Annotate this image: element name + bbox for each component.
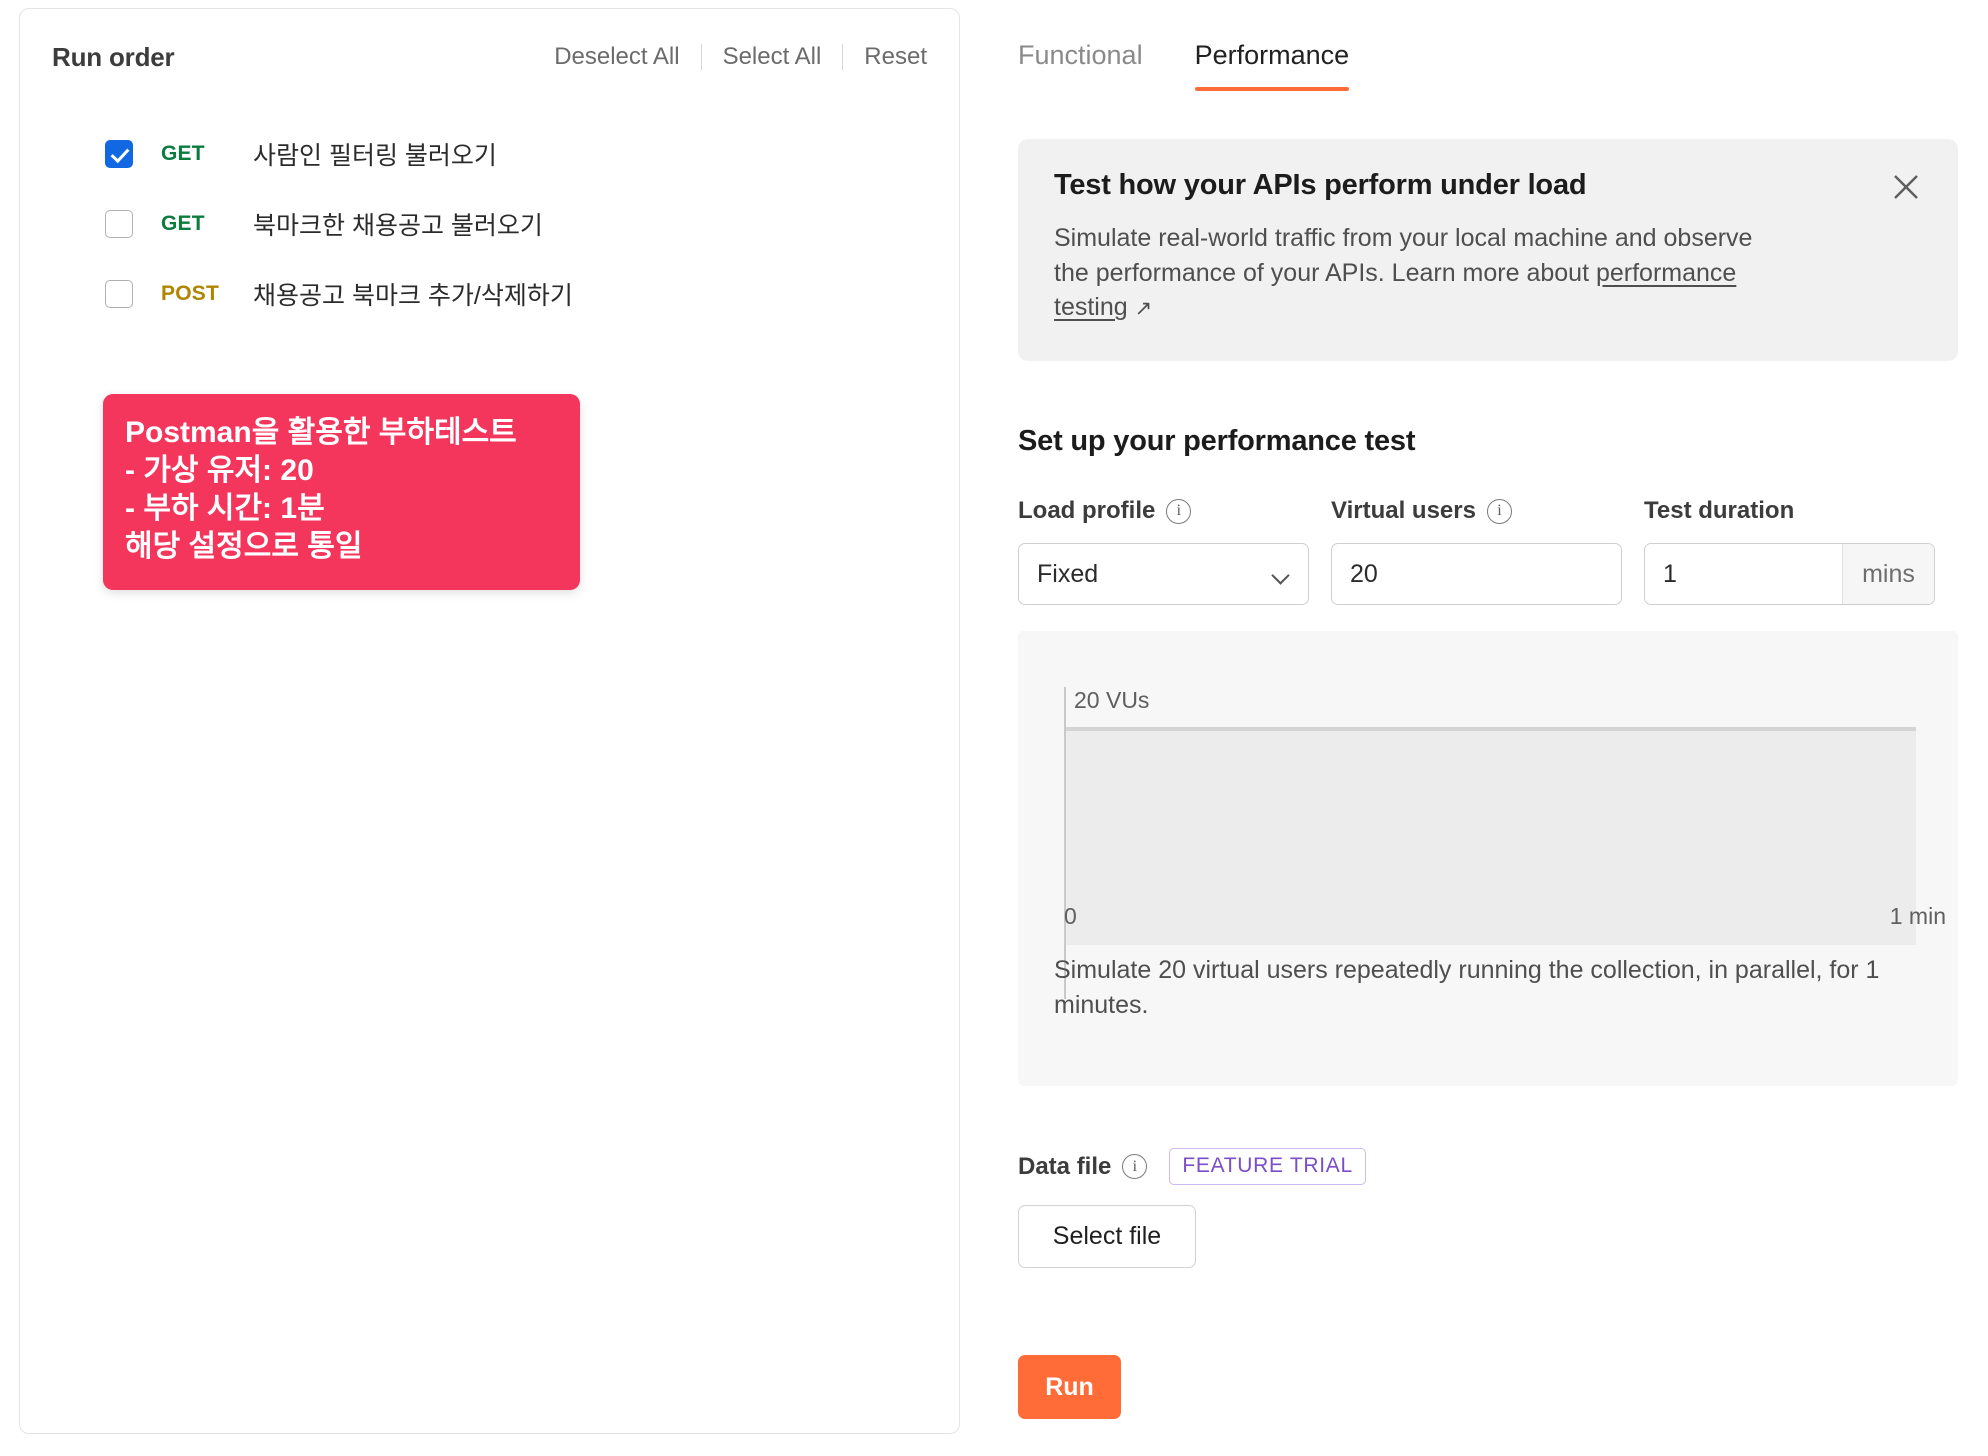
- request-method: POST: [161, 282, 219, 305]
- tab-performance[interactable]: Performance: [1169, 40, 1376, 91]
- list-item[interactable]: GET 북마크한 채용공고 불러오기: [20, 189, 959, 259]
- test-duration-field: Test duration mins: [1644, 497, 1935, 605]
- request-checkbox[interactable]: [105, 140, 133, 168]
- load-profile-field: Load profile i Fixed: [1018, 497, 1309, 605]
- status-badge: FEATURE TRIAL: [1169, 1148, 1366, 1185]
- load-profile-select[interactable]: Fixed: [1018, 543, 1309, 605]
- performance-runner-screen: Run order Deselect All Select All Reset …: [0, 0, 1988, 1456]
- request-checkbox[interactable]: [105, 210, 133, 238]
- info-icon[interactable]: i: [1486, 498, 1512, 524]
- x-tick-start: 0: [1064, 903, 1077, 929]
- test-duration-label-row: Test duration: [1644, 497, 1935, 525]
- chart-plot-area: 20 VUs: [1064, 687, 1916, 999]
- test-duration-control: mins: [1644, 543, 1935, 605]
- load-profile-value: Fixed: [1037, 559, 1099, 588]
- chart-caption: Simulate 20 virtual users repeatedly run…: [1054, 956, 1880, 1019]
- test-duration-input[interactable]: [1645, 544, 1842, 604]
- load-profile-label: Load profile: [1018, 497, 1156, 524]
- banner-body: Simulate real-world traffic from your lo…: [1054, 221, 1784, 325]
- request-method: GET: [161, 212, 205, 235]
- list-item[interactable]: POST 채용공고 북마크 추가/삭제하기: [20, 259, 959, 329]
- load-profile-label-row: Load profile i: [1018, 497, 1309, 525]
- data-file-label: Data file: [1018, 1152, 1112, 1180]
- deselect-all-button[interactable]: Deselect All: [533, 43, 700, 71]
- request-list: GET 사람인 필터링 불러오기 GET 북마크한 채용공고 불러오기 POST…: [20, 119, 959, 329]
- runner-tabs: Functional Performance: [1018, 40, 1375, 91]
- reset-button[interactable]: Reset: [843, 43, 927, 71]
- data-file-row: Data file i FEATURE TRIAL: [1018, 1148, 1366, 1185]
- chart-series-label: 20 VUs: [1074, 687, 1150, 713]
- annotation-callout: Postman을 활용한 부하테스트 - 가상 유저: 20 - 부하 시간: …: [103, 394, 580, 591]
- list-item[interactable]: GET 사람인 필터링 불러오기: [20, 119, 959, 189]
- run-order-header: Run order Deselect All Select All Reset: [20, 9, 959, 105]
- run-button[interactable]: Run: [1018, 1355, 1121, 1419]
- data-file-label-row: Data file i: [1018, 1152, 1148, 1181]
- virtual-users-label-row: Virtual users i: [1331, 497, 1622, 525]
- request-name: 채용공고 북마크 추가/삭제하기: [253, 282, 573, 310]
- info-icon[interactable]: i: [1166, 498, 1192, 524]
- info-banner: Test how your APIs perform under load Si…: [1018, 139, 1958, 361]
- select-file-button[interactable]: Select file: [1018, 1205, 1196, 1268]
- load-profile-chart: 20 VUs: [1018, 631, 1958, 999]
- select-all-button[interactable]: Select All: [702, 43, 843, 71]
- request-name: 사람인 필터링 불러오기: [253, 142, 497, 170]
- chevron-down-icon: [1273, 569, 1290, 579]
- banner-title: Test how your APIs perform under load: [1054, 169, 1587, 201]
- section-title: Set up your performance test: [1018, 425, 1416, 457]
- virtual-users-label: Virtual users: [1331, 497, 1476, 524]
- test-setup-form: Load profile i Fixed Virtual users i Tes…: [1018, 497, 1935, 605]
- annotation-line: Postman을 활용한 부하테스트: [125, 416, 517, 449]
- run-order-actions: Deselect All Select All Reset: [533, 43, 927, 71]
- close-icon[interactable]: [1884, 165, 1928, 209]
- test-duration-label: Test duration: [1644, 497, 1795, 524]
- request-name: 북마크한 채용공고 불러오기: [253, 212, 543, 240]
- annotation-line: - 부하 시간: 1분: [125, 492, 325, 526]
- run-order-panel: Run order Deselect All Select All Reset …: [19, 8, 960, 1434]
- info-icon[interactable]: i: [1122, 1154, 1148, 1179]
- request-method: GET: [161, 142, 205, 165]
- page-title: Run order: [52, 41, 175, 72]
- external-link-icon: ↗: [1134, 297, 1153, 320]
- annotation-line: 해당 설정으로 통일: [125, 530, 363, 564]
- virtual-users-input[interactable]: [1331, 543, 1622, 605]
- performance-panel: Functional Performance Test how your API…: [1018, 0, 1988, 1456]
- duration-unit-label: mins: [1842, 544, 1934, 604]
- virtual-users-field: Virtual users i: [1331, 497, 1622, 605]
- chart-x-axis-labels: 0 1 min: [1064, 903, 1946, 930]
- request-checkbox[interactable]: [105, 280, 133, 308]
- tab-functional[interactable]: Functional: [1018, 40, 1169, 91]
- annotation-line: - 가상 유저: 20: [125, 454, 314, 488]
- x-tick-end: 1 min: [1889, 903, 1946, 929]
